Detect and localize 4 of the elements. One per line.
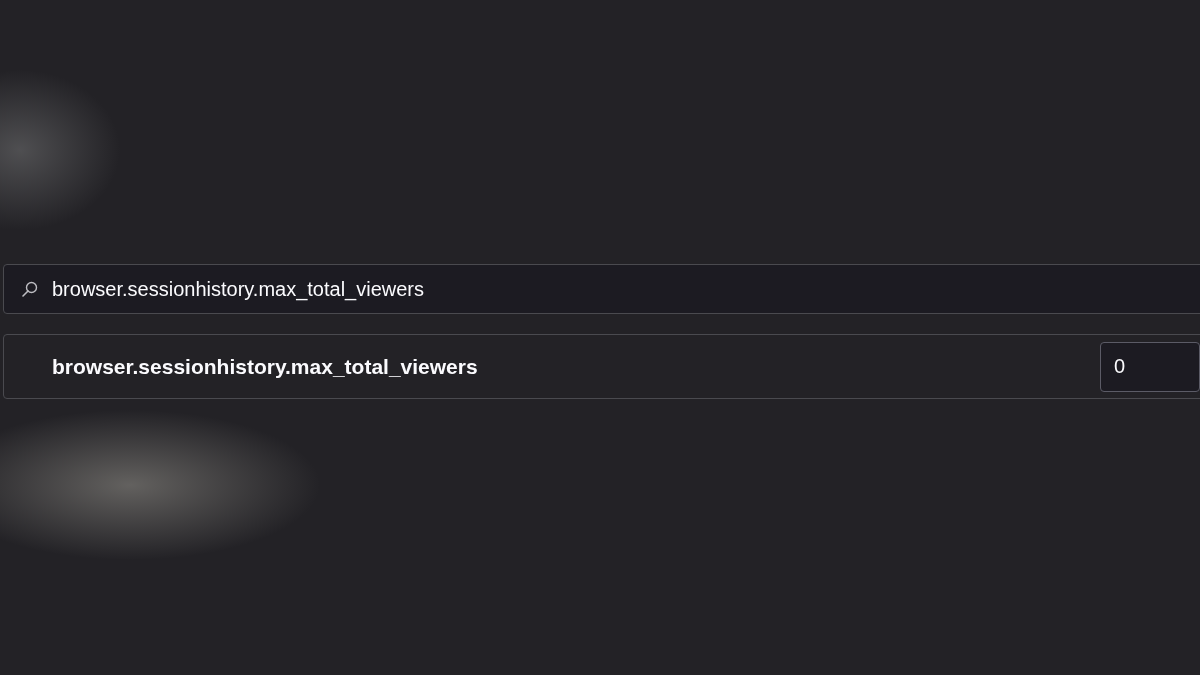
preference-row[interactable]: browser.sessionhistory.max_total_viewers 0 bbox=[3, 334, 1200, 399]
value-field[interactable]: 0 bbox=[1100, 341, 1200, 392]
preference-name: browser.sessionhistory.max_total_viewers bbox=[52, 354, 479, 379]
search-field[interactable]: browser.sessionhistory.max_total_viewers bbox=[3, 264, 1200, 314]
